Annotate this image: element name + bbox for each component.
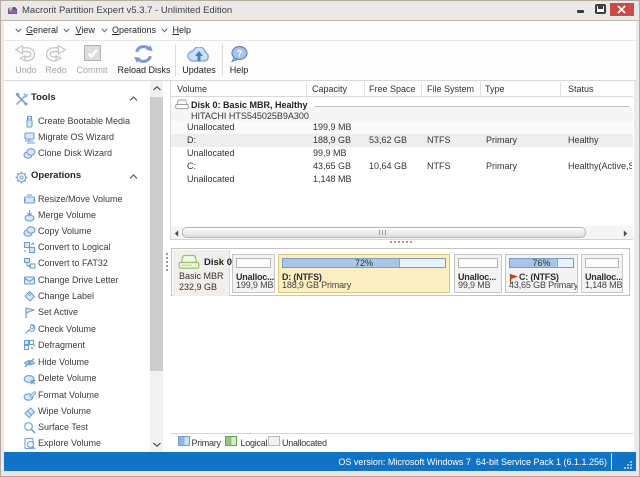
svg-text:?: ?	[237, 49, 243, 59]
